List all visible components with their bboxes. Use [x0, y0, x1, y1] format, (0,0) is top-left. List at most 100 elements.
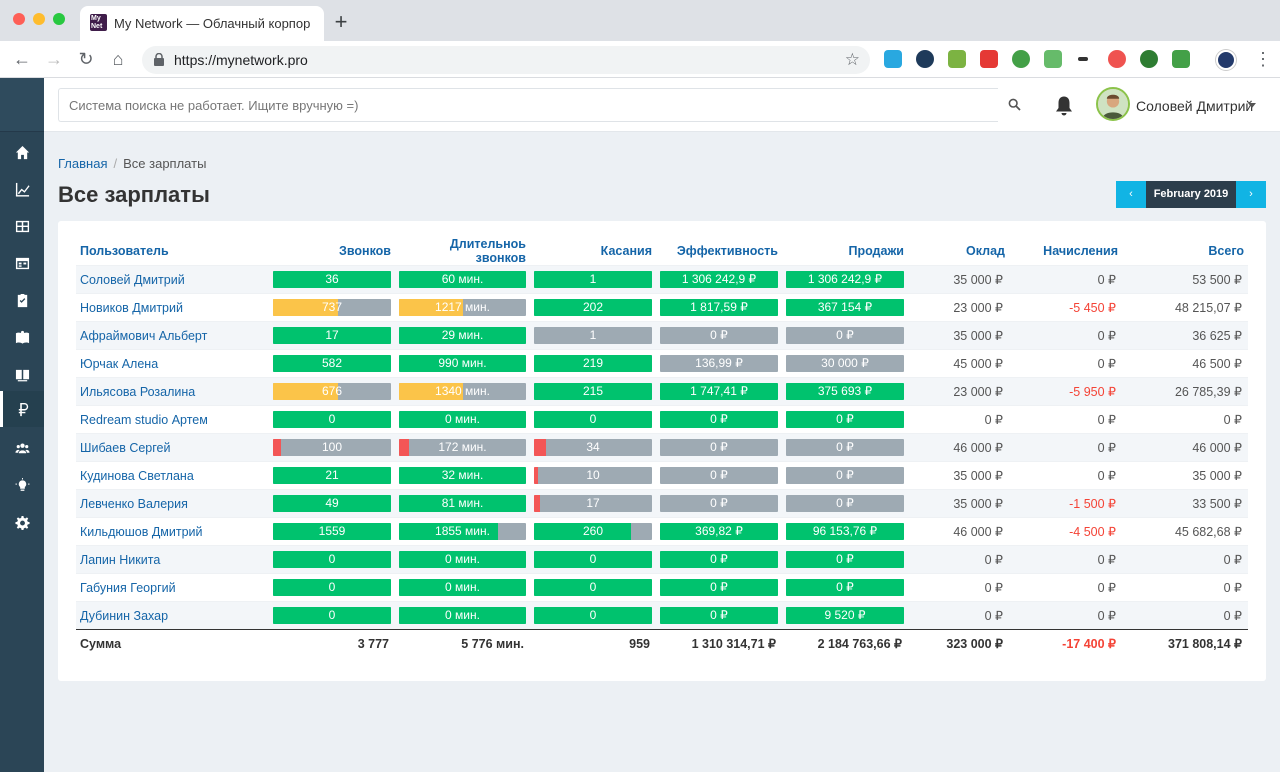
user-link[interactable]: Кудинова Светлана — [76, 461, 269, 490]
duration-value: 1855 мин. — [435, 524, 490, 538]
column-header-efficiency[interactable]: Эффективность — [656, 237, 782, 266]
back-button[interactable]: ← — [12, 49, 32, 69]
sidebar-item-settings[interactable] — [0, 504, 44, 540]
salary-cell: 0 ₽ — [908, 601, 1009, 630]
accruals-cell: -5 450 ₽ — [1009, 293, 1122, 322]
user-link[interactable]: Юрчак Алена — [76, 349, 269, 378]
duration-progress-bar: 172 мин. — [399, 439, 526, 456]
maximize-window-button[interactable] — [53, 13, 65, 25]
user-link[interactable]: Габуния Георгий — [76, 573, 269, 602]
search-input[interactable] — [58, 88, 998, 122]
touches-value: 260 — [582, 524, 604, 538]
reload-button[interactable]: ↻ — [76, 49, 96, 69]
month-label[interactable]: February 2019 — [1146, 181, 1236, 208]
checklist-icon — [17, 293, 27, 307]
extension-icon[interactable] — [1108, 50, 1126, 68]
sales-progress-bar: 30 000 ₽ — [786, 355, 904, 372]
efficiency-cell: 136,99 ₽ — [656, 349, 782, 378]
extension-icon[interactable] — [1140, 50, 1158, 68]
next-month-button[interactable]: › — [1236, 181, 1266, 208]
duration-cell: 0 мин. — [395, 545, 530, 574]
column-header-user[interactable]: Пользователь — [76, 237, 269, 266]
extension-icon[interactable] — [1044, 50, 1062, 68]
efficiency-progress-bar: 0 ₽ — [660, 327, 778, 344]
column-header-sales[interactable]: Продажи — [782, 237, 908, 266]
new-tab-button[interactable]: + — [331, 11, 351, 33]
touches-progress-bar: 260 — [534, 523, 652, 540]
column-header-touches[interactable]: Касания — [530, 237, 656, 266]
minimize-window-button[interactable] — [33, 13, 45, 25]
sidebar-item-tasks[interactable] — [0, 282, 44, 318]
efficiency-cell: 0 ₽ — [656, 321, 782, 350]
user-link[interactable]: Левченко Валерия — [76, 489, 269, 518]
totals-duration: 5 776 мин. — [395, 629, 530, 658]
sidebar-item-library[interactable] — [0, 356, 44, 392]
accruals-cell: 0 ₽ — [1009, 545, 1122, 574]
user-link[interactable]: Шибаев Сергей — [76, 433, 269, 462]
home-button[interactable]: ⌂ — [108, 49, 128, 69]
user-link[interactable]: Новиков Дмитрий — [76, 293, 269, 322]
forward-button[interactable]: → — [44, 49, 64, 69]
close-window-button[interactable] — [13, 13, 25, 25]
browser-profile-icon[interactable] — [1216, 50, 1236, 70]
user-link[interactable]: Кильдюшов Дмитрий — [76, 517, 269, 546]
calls-value: 0 — [328, 608, 336, 622]
sidebar-item-salaries[interactable] — [0, 391, 44, 427]
table-row: Афраймович Альберт 17 29 мин. 1 0 ₽0 ₽35 000… — [76, 321, 1248, 350]
sidebar-item-knowledge[interactable] — [0, 319, 44, 355]
user-link[interactable]: Дубинин Захар — [76, 601, 269, 630]
sidebar-item-home[interactable] — [0, 134, 44, 170]
breadcrumb-home-link[interactable]: Главная — [58, 156, 107, 171]
touches-value: 1 — [589, 328, 597, 342]
avatar[interactable] — [1096, 87, 1130, 121]
sidebar-item-team[interactable] — [0, 430, 44, 466]
sidebar-item-tables[interactable] — [0, 208, 44, 244]
table-row: Кильдюшов Дмитрий 1559 1855 мин. 260 369,82 … — [76, 517, 1248, 546]
user-link[interactable]: Афраймович Альберт — [76, 321, 269, 350]
duration-value: 0 мин. — [445, 608, 480, 622]
extension-icon[interactable] — [916, 50, 934, 68]
calls-cell: 17 — [269, 321, 395, 350]
user-link[interactable]: Соловей Дмитрий — [76, 265, 269, 294]
user-link[interactable]: Лапин Никита — [76, 545, 269, 574]
search-icon[interactable] — [1008, 98, 1021, 111]
calls-progress-bar: 1559 — [273, 523, 391, 540]
user-link[interactable]: Redream studio Артем — [76, 405, 269, 434]
column-header-accruals[interactable]: Начисления — [1009, 237, 1122, 266]
efficiency-value: 1 306 242,9 ₽ — [681, 272, 757, 286]
download-extension-icon[interactable] — [948, 50, 966, 68]
breadcrumb: Главная / Все зарплаты — [58, 156, 206, 171]
bookmark-star-icon[interactable]: ☆ — [845, 50, 860, 70]
browser-menu-icon[interactable]: ⋮ — [1254, 49, 1272, 69]
touches-cell: 202 — [530, 293, 656, 322]
extension-icon[interactable] — [980, 50, 998, 68]
efficiency-progress-bar: 1 306 242,9 ₽ — [660, 271, 778, 288]
extension-icon[interactable] — [1012, 50, 1030, 68]
column-header-salary[interactable]: Оклад — [908, 237, 1009, 266]
duration-progress-bar: 0 мин. — [399, 411, 526, 428]
sidebar-item-analytics[interactable] — [0, 171, 44, 207]
user-link[interactable]: Ильясова Розалина — [76, 377, 269, 406]
browser-tab[interactable]: My Net My Network — Облачный корпоративн… — [80, 6, 324, 41]
extension-icon[interactable] — [1172, 50, 1190, 68]
bell-icon[interactable] — [1054, 95, 1074, 117]
column-header-calls[interactable]: Звонков — [269, 237, 395, 266]
extension-icon[interactable] — [884, 50, 902, 68]
extension-icon[interactable] — [1078, 57, 1088, 61]
sidebar-item-calendar[interactable] — [0, 245, 44, 281]
column-header-total[interactable]: Всего — [1122, 237, 1248, 266]
touches-progress-bar: 1 — [534, 271, 652, 288]
previous-month-button[interactable]: ‹ — [1116, 181, 1146, 208]
favicon-icon: My Net — [90, 14, 107, 31]
address-bar[interactable]: https://mynetwork.pro ☆ — [142, 46, 870, 74]
salary-cell: 35 000 ₽ — [908, 321, 1009, 350]
touches-cell: 0 — [530, 405, 656, 434]
salary-cell: 0 ₽ — [908, 573, 1009, 602]
chevron-down-icon[interactable] — [1248, 103, 1256, 108]
column-header-duration[interactable]: Длительноь звонков — [395, 237, 530, 266]
user-name[interactable]: Соловей Дмитрий — [1136, 98, 1253, 114]
sales-progress-bar: 0 ₽ — [786, 411, 904, 428]
calls-progress-bar: 0 — [273, 607, 391, 624]
sidebar-item-ideas[interactable] — [0, 467, 44, 503]
efficiency-value: 0 ₽ — [710, 412, 728, 426]
